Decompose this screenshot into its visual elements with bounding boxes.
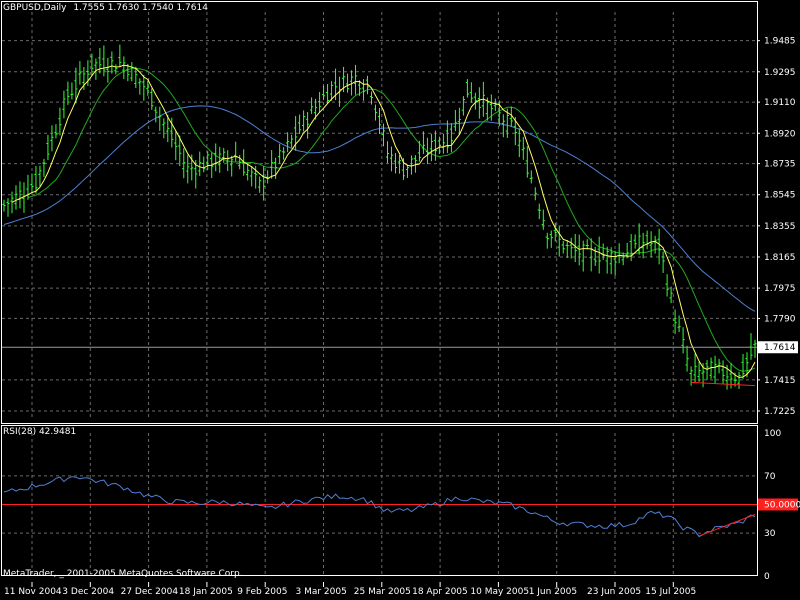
ohlc-open: 1.7555: [73, 3, 105, 13]
price-tick-label: 1.8545: [764, 191, 796, 201]
time-tick-label: 15 Jul 2005: [645, 587, 696, 597]
time-tick-label: 3 Mar 2005: [296, 587, 347, 597]
price-tick-label: 1.8735: [764, 160, 796, 170]
price-tick-label: 1.7225: [764, 407, 796, 417]
rsi-tick-label: 100: [764, 429, 781, 439]
rsi-title: RSI(28) 42.9481: [3, 427, 77, 437]
ohlc-close: 1.7614: [176, 3, 208, 13]
time-tick-label: 25 Mar 2005: [354, 587, 411, 597]
price-tick-label: 1.9485: [764, 37, 796, 47]
time-tick-label: 3 Dec 2004: [62, 587, 114, 597]
price-tick-label: 1.8165: [764, 253, 796, 263]
ohlc-low: 1.7540: [142, 3, 174, 13]
time-tick-label: 18 Jan 2005: [179, 587, 233, 597]
price-tick-label: 1.7975: [764, 284, 796, 294]
time-tick-label: 18 Apr 2005: [412, 587, 468, 597]
price-tick-label: 1.9110: [764, 98, 796, 108]
time-tick-label: 11 Nov 2004: [4, 587, 62, 597]
price-tick-label: 1.9295: [764, 68, 796, 78]
rsi-tick-label: 50.0000: [764, 501, 800, 511]
rsi-tick-label: 30: [764, 529, 776, 539]
price-tick-label: 1.8355: [764, 222, 796, 232]
rsi-tick-label: 0: [764, 572, 770, 582]
time-tick-label: 27 Dec 2004: [121, 587, 179, 597]
price-tick-label: 1.7415: [764, 376, 796, 386]
price-tick-label: 1.7790: [764, 314, 796, 324]
price-tick-label: 1.8920: [764, 129, 796, 139]
rsi-tick-label: 70: [764, 472, 776, 482]
symbol-label: GBPUSD,Daily: [3, 3, 67, 13]
time-tick-label: 23 Jun 2005: [587, 587, 641, 597]
symbol-title: GBPUSD,Daily 1.7555 1.7630 1.7540 1.7614: [3, 3, 208, 13]
price-pane-background: [0, 0, 800, 600]
time-tick-label: 9 Feb 2005: [237, 587, 287, 597]
time-tick-label: 10 May 2005: [470, 587, 529, 597]
ohlc-high: 1.7630: [107, 3, 140, 13]
current-price-label: 1.7614: [764, 343, 796, 353]
watermark: MetaTrader, _ 2001-2005 MetaQuotes Softw…: [3, 569, 243, 579]
time-tick-label: 1 Jun 2005: [529, 587, 577, 597]
mt4-chart-window[interactable]: 1.9485 1.9295 1.9110 1.8920 1.8735 1.8545 1.83…: [0, 0, 800, 600]
